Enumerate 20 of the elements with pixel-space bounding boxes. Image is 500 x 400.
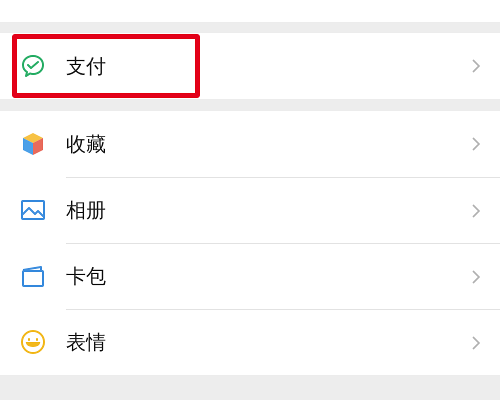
picture-icon: [20, 197, 46, 223]
menu-label: 支付: [66, 52, 107, 80]
menu-label: 相册: [66, 197, 107, 224]
menu-label: 收藏: [66, 130, 107, 158]
chevron-right-icon: [472, 59, 480, 73]
chevron-right-icon: [472, 204, 480, 218]
chevron-right-icon: [472, 270, 480, 284]
chevron-right-icon: [472, 137, 480, 151]
menu-item[interactable]: 表情: [0, 309, 500, 375]
menu-item[interactable]: 收藏: [0, 111, 500, 177]
menu-label: 卡包: [66, 263, 107, 290]
chat-bubble-icon: [20, 53, 46, 79]
smiley-icon: [20, 329, 46, 355]
cube-icon: [20, 131, 46, 157]
card-icon: [20, 263, 46, 289]
menu-label: 表情: [66, 329, 107, 356]
menu-item[interactable]: 卡包: [0, 243, 500, 309]
menu-item[interactable]: 支付: [0, 33, 500, 99]
chevron-right-icon: [472, 336, 480, 350]
menu-item[interactable]: 相册: [0, 177, 500, 243]
